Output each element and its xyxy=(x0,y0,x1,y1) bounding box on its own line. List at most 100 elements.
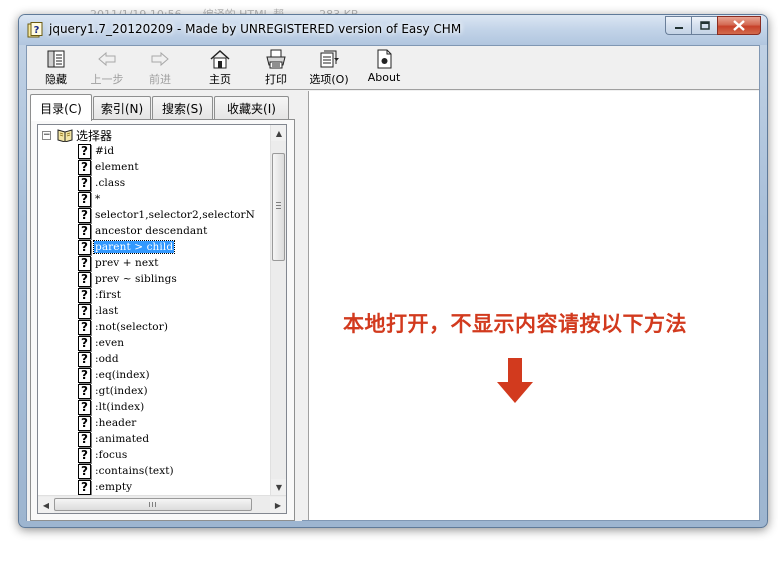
print-button[interactable]: 打印 xyxy=(259,48,293,88)
tree-item-label: :focus xyxy=(95,449,128,461)
toolbar: 隐藏 上一步 前进 主页 打印 选项(O) About xyxy=(27,46,759,90)
tree-item-label: * xyxy=(95,193,101,205)
title-bar[interactable]: ? jquery1.7_20120209 - Made by UNREGISTE… xyxy=(19,15,767,45)
tab-search[interactable]: 搜索(S) xyxy=(152,96,213,120)
about-button[interactable]: About xyxy=(367,48,401,88)
about-document-icon xyxy=(377,49,392,69)
tree-horizontal-scrollbar[interactable]: ◀ ▶ xyxy=(38,495,286,513)
tree-item-label: :even xyxy=(95,337,125,349)
help-topic-icon: ? xyxy=(78,175,91,191)
tree-item[interactable]: ? * xyxy=(78,191,101,207)
help-topic-icon: ? xyxy=(78,143,91,159)
close-button[interactable] xyxy=(717,16,761,35)
tree-item[interactable]: ? prev ~ siblings xyxy=(78,271,178,287)
window-title: jquery1.7_20120209 - Made by UNREGISTERE… xyxy=(49,22,462,36)
scroll-thumb[interactable] xyxy=(272,153,285,261)
tree-item[interactable]: ? #id xyxy=(78,143,115,159)
tree-item-label: :animated xyxy=(95,433,150,445)
close-icon xyxy=(733,20,745,31)
tree-item-label: :not(selector) xyxy=(95,321,169,333)
tree-item[interactable]: ? :even xyxy=(78,335,125,351)
tree-item[interactable]: ? :first xyxy=(78,287,122,303)
back-button[interactable]: 上一步 xyxy=(87,48,127,88)
help-topic-icon: ? xyxy=(78,463,91,479)
tab-contents[interactable]: 目录(C) xyxy=(30,94,92,121)
tab-index[interactable]: 索引(N) xyxy=(93,96,151,120)
help-topic-icon: ? xyxy=(78,159,91,175)
tree-root-label: 选择器 xyxy=(76,128,113,143)
home-icon xyxy=(210,49,230,69)
help-topic-icon: ? xyxy=(78,335,91,351)
help-topic-icon: ? xyxy=(78,399,91,415)
contents-tree[interactable]: − 选择器 ? #id? element? .class? *? selector1,se… xyxy=(37,124,287,514)
tree-vertical-scrollbar[interactable]: ▲ ▼ xyxy=(270,125,286,495)
tree-item-label: :contains(text) xyxy=(95,465,174,477)
tree-item-label: :first xyxy=(95,289,122,301)
help-topic-icon: ? xyxy=(78,239,91,255)
help-topic-icon: ? xyxy=(78,223,91,239)
print-label: 打印 xyxy=(265,73,287,86)
tree-item-label: #id xyxy=(95,145,115,157)
options-button[interactable]: 选项(O) xyxy=(307,48,351,88)
tree-item[interactable]: ? element xyxy=(78,159,140,175)
chm-help-icon: ? xyxy=(27,22,43,38)
forward-arrow-icon xyxy=(151,51,169,67)
help-topic-icon: ? xyxy=(78,479,91,495)
scroll-right-icon[interactable]: ▶ xyxy=(270,497,286,513)
horizontal-scroll-thumb[interactable] xyxy=(54,498,252,511)
contents-tab-page: − 选择器 ? #id? element? .class? *? selector1,se… xyxy=(30,119,295,521)
help-topic-icon: ? xyxy=(78,207,91,223)
tree-item[interactable]: ?:gt(index) xyxy=(78,383,149,399)
hide-button[interactable]: 隐藏 xyxy=(39,48,73,88)
collapse-icon[interactable]: − xyxy=(42,130,51,140)
options-label: 选项(O) xyxy=(309,73,349,86)
scroll-up-icon[interactable]: ▲ xyxy=(271,125,286,141)
tree-item[interactable]: ? .class xyxy=(78,175,126,191)
tree-item-label: prev + next xyxy=(95,257,159,269)
maximize-button[interactable] xyxy=(691,16,717,35)
tree-item[interactable]: ?:eq(index) xyxy=(78,367,151,383)
forward-button[interactable]: 前进 xyxy=(143,48,177,88)
tree-item[interactable]: ?:focus xyxy=(78,447,128,463)
tree-item[interactable]: ?:last xyxy=(78,303,119,319)
client-area: 隐藏 上一步 前进 主页 打印 选项(O) About 目录(C) 索引(N) … xyxy=(26,45,760,521)
content-pane[interactable]: 本地打开，不显示内容请按以下方法 xyxy=(308,91,759,520)
about-label: About xyxy=(367,71,401,84)
help-topic-icon: ? xyxy=(78,191,91,207)
tree-item-label: ancestor descendant xyxy=(95,225,208,237)
tree-item[interactable]: ? selector1,selector2,selectorN xyxy=(78,207,256,223)
tree-item-label: :empty xyxy=(95,481,133,493)
navigation-pane: 目录(C) 索引(N) 搜索(S) 收藏夹(I) − 选择器 ? #id ? e… xyxy=(27,91,302,521)
scroll-left-icon[interactable]: ◀ xyxy=(38,497,54,513)
tree-item[interactable]: ?:header xyxy=(78,415,137,431)
tree-item[interactable]: ? prev + next xyxy=(78,255,160,271)
tree-item[interactable]: ?:odd xyxy=(78,351,120,367)
tree-item-label: selector1,selector2,selectorN xyxy=(95,209,255,221)
tree-item[interactable]: ? ancestor descendant xyxy=(78,223,208,239)
help-topic-icon: ? xyxy=(78,367,91,383)
tree-item[interactable]: ? parent > child xyxy=(78,239,176,255)
tree-item[interactable]: ? :lt(index) xyxy=(78,399,145,415)
tree-item[interactable]: ? :empty xyxy=(78,479,133,495)
open-book-icon xyxy=(57,129,73,142)
tree-item[interactable]: ?:animated xyxy=(78,431,150,447)
home-button[interactable]: 主页 xyxy=(203,48,237,88)
tree-item-label: :lt(index) xyxy=(95,401,145,413)
help-topic-icon: ? xyxy=(78,383,91,399)
tree-root[interactable]: − 选择器 xyxy=(42,127,112,143)
printer-icon xyxy=(266,49,286,69)
tree-item[interactable]: ? :not(selector) xyxy=(78,319,169,335)
help-topic-icon: ? xyxy=(78,271,91,287)
tab-favorites[interactable]: 收藏夹(I) xyxy=(214,96,289,120)
help-topic-icon: ? xyxy=(78,319,91,335)
help-topic-icon: ? xyxy=(78,255,91,271)
back-label: 上一步 xyxy=(90,73,124,86)
hide-label: 隐藏 xyxy=(45,73,67,86)
scroll-down-icon[interactable]: ▼ xyxy=(271,479,286,495)
help-topic-icon: ? xyxy=(78,415,91,431)
tree-item[interactable]: ? :contains(text) xyxy=(78,463,175,479)
maximize-icon xyxy=(699,21,710,30)
help-topic-icon: ? xyxy=(78,287,91,303)
tree-viewport: − 选择器 ? #id? element? .class? *? selector1,se… xyxy=(38,125,270,495)
minimize-button[interactable] xyxy=(665,16,691,35)
